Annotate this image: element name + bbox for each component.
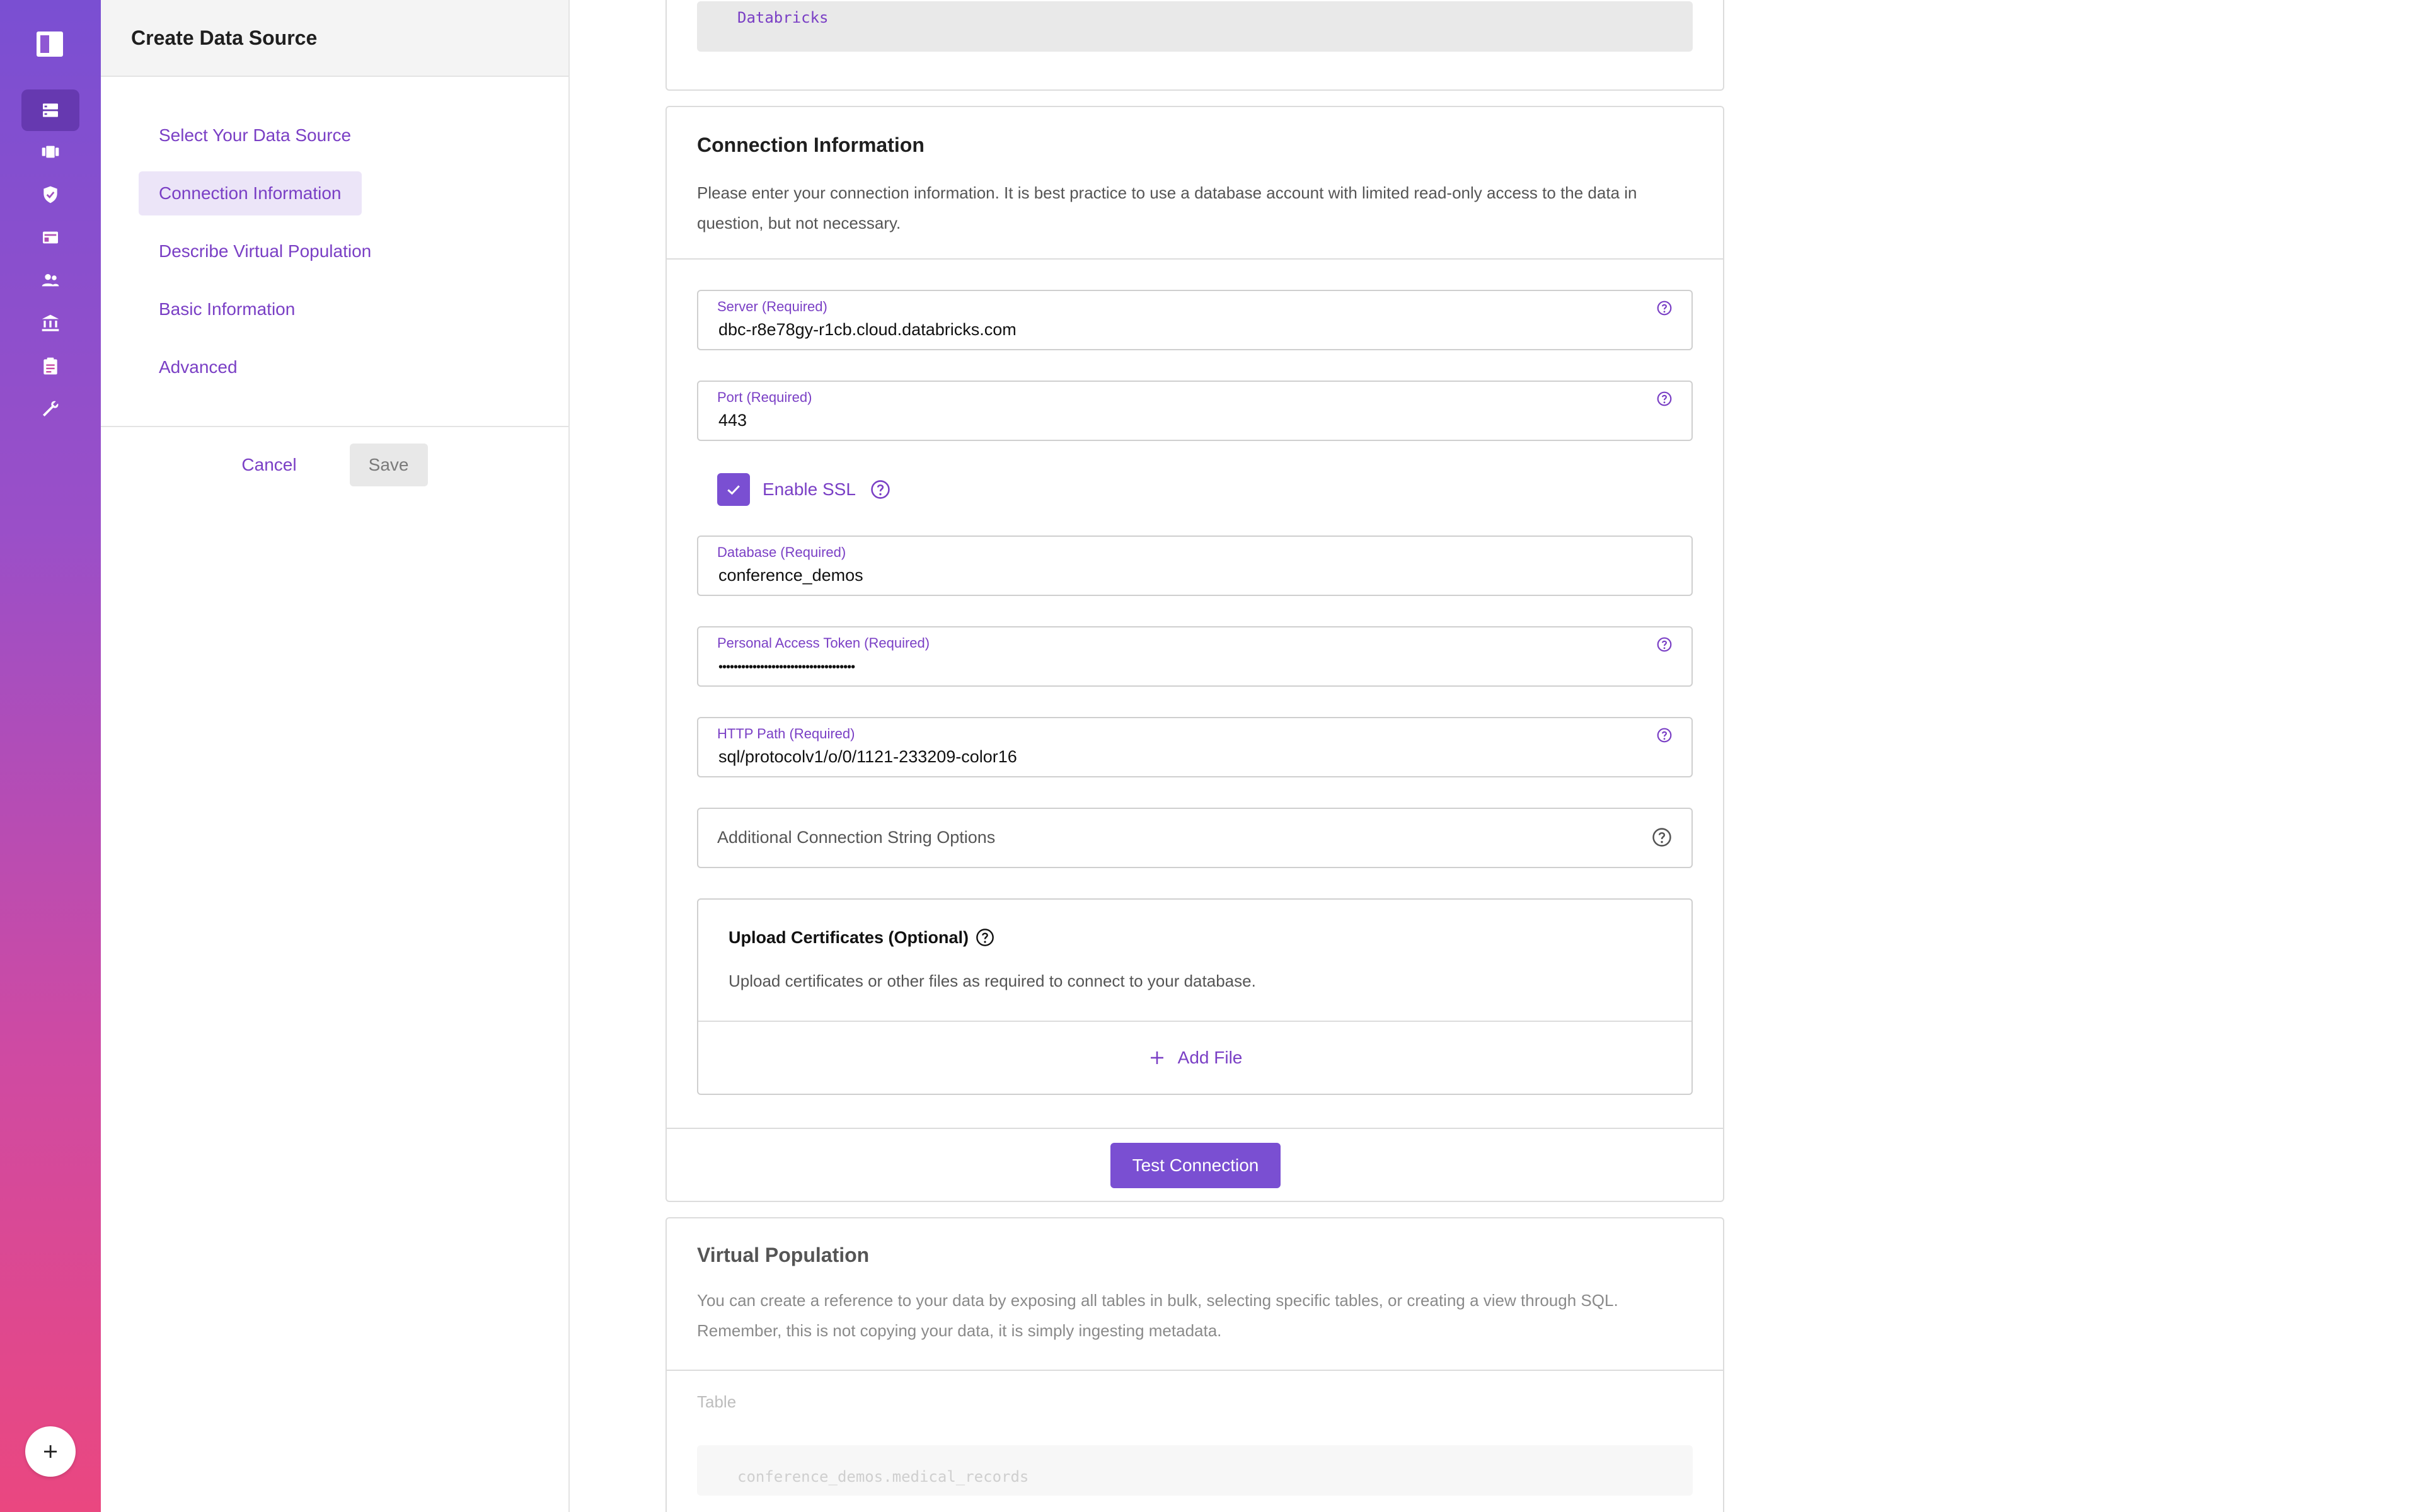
rail-item-governance[interactable] — [21, 302, 79, 344]
step-basic-information[interactable]: Basic Information — [139, 287, 315, 331]
help-icon[interactable] — [975, 927, 995, 948]
database-field[interactable]: Database (Required) conference_demos — [697, 536, 1693, 596]
catalog-icon — [43, 231, 58, 244]
panel-logo-icon[interactable] — [37, 32, 63, 57]
help-icon[interactable] — [1656, 636, 1673, 653]
add-file-label: Add File — [1177, 1048, 1243, 1067]
help-icon[interactable] — [870, 479, 891, 500]
help-icon[interactable] — [1656, 300, 1673, 316]
rail-item-data-sources[interactable] — [21, 89, 79, 131]
database-label: Database (Required) — [717, 544, 846, 560]
step-describe-virtual-population[interactable]: Describe Virtual Population — [139, 229, 391, 273]
panel-header: Create Data Source — [101, 0, 568, 77]
connection-information-card: Connection Information Please enter your… — [666, 106, 1724, 1202]
add-icon — [44, 1445, 57, 1458]
port-value: 443 — [718, 411, 747, 430]
personal-access-token-label: Personal Access Token (Required) — [717, 635, 930, 651]
http-path-value: sql/protocolv1/o/0/1121-233209-color16 — [718, 747, 1017, 766]
database-value: conference_demos — [718, 566, 863, 585]
upload-certificates-title: Upload Certificates (Optional) — [729, 927, 969, 947]
checkmark-icon — [727, 485, 740, 495]
governance-icon — [42, 314, 59, 331]
save-button[interactable]: Save — [349, 444, 428, 486]
step-connection-information[interactable]: Connection Information — [139, 171, 362, 215]
upload-certificates-description: Upload certificates or other files as re… — [729, 971, 1256, 990]
cancel-button[interactable]: Cancel — [241, 455, 296, 475]
enable-ssl-label[interactable]: Enable SSL — [763, 479, 856, 500]
page-title: Create Data Source — [131, 26, 318, 49]
personal-access-token-field[interactable]: Personal Access Token (Required) •••••••… — [697, 626, 1693, 687]
connection-heading: Connection Information — [697, 134, 925, 156]
rail-item-users[interactable] — [21, 260, 79, 301]
enable-ssl-checkbox[interactable] — [717, 473, 750, 506]
panel-divider — [101, 426, 568, 427]
virtual-population-divider — [667, 1370, 1723, 1371]
server-label: Server (Required) — [717, 299, 827, 314]
upload-certificates-box: Upload Certificates (Optional) Upload ce… — [697, 898, 1693, 1095]
enable-ssl-row: Enable SSL — [717, 472, 891, 507]
projects-icon — [42, 146, 59, 158]
connection-divider — [667, 258, 1723, 260]
rail-item-catalog[interactable] — [21, 217, 79, 258]
users-icon — [42, 274, 59, 287]
tools-icon — [43, 401, 59, 416]
help-icon[interactable] — [1656, 727, 1673, 743]
http-path-label: HTTP Path (Required) — [717, 726, 855, 742]
add-button[interactable] — [25, 1426, 76, 1477]
additional-connection-options-field[interactable]: Additional Connection String Options — [697, 808, 1693, 868]
rail-item-audit[interactable] — [21, 345, 79, 387]
server-field[interactable]: Server (Required) dbc-r8e78gy-r1cb.cloud… — [697, 290, 1693, 350]
virtual-population-description: You can create a reference to your data … — [697, 1291, 1618, 1340]
connection-description: Please enter your connection information… — [697, 183, 1637, 232]
table-label: Table — [697, 1392, 737, 1411]
server-value: dbc-r8e78gy-r1cb.cloud.databricks.com — [718, 320, 1017, 339]
step-advanced[interactable]: Advanced — [139, 345, 258, 389]
connection-footer-divider — [667, 1128, 1723, 1129]
test-connection-button[interactable]: Test Connection — [1110, 1143, 1281, 1188]
policies-icon — [43, 186, 57, 203]
rail-item-policies[interactable] — [21, 174, 79, 215]
data-sources-icon — [43, 103, 58, 117]
rail-item-tools[interactable] — [21, 388, 79, 430]
help-icon[interactable] — [1651, 827, 1673, 848]
http-path-field[interactable]: HTTP Path (Required) sql/protocolv1/o/0/… — [697, 717, 1693, 777]
table-value: conference_demos.medical_records — [697, 1445, 1693, 1496]
wizard-panel: Create Data Source Select Your Data Sour… — [101, 0, 570, 1512]
help-icon[interactable] — [1656, 391, 1673, 407]
virtual-population-card: Virtual Population You can create a refe… — [666, 1217, 1724, 1512]
plus-icon — [1150, 1051, 1163, 1064]
data-source-type-value: Databricks — [697, 1, 1693, 52]
rail-item-projects[interactable] — [21, 131, 79, 173]
port-label: Port (Required) — [717, 389, 812, 405]
virtual-population-heading: Virtual Population — [697, 1244, 870, 1266]
data-source-type-card: Databricks — [666, 0, 1724, 91]
port-field[interactable]: Port (Required) 443 — [697, 381, 1693, 441]
additional-connection-options-placeholder: Additional Connection String Options — [717, 828, 996, 847]
audit-icon — [43, 357, 57, 375]
personal-access-token-value: •••••••••••••••••••••••••••••••••••• — [718, 660, 855, 674]
step-select-data-source[interactable]: Select Your Data Source — [139, 113, 371, 158]
add-file-button[interactable]: Add File — [698, 1022, 1691, 1094]
app-rail — [0, 0, 101, 1512]
